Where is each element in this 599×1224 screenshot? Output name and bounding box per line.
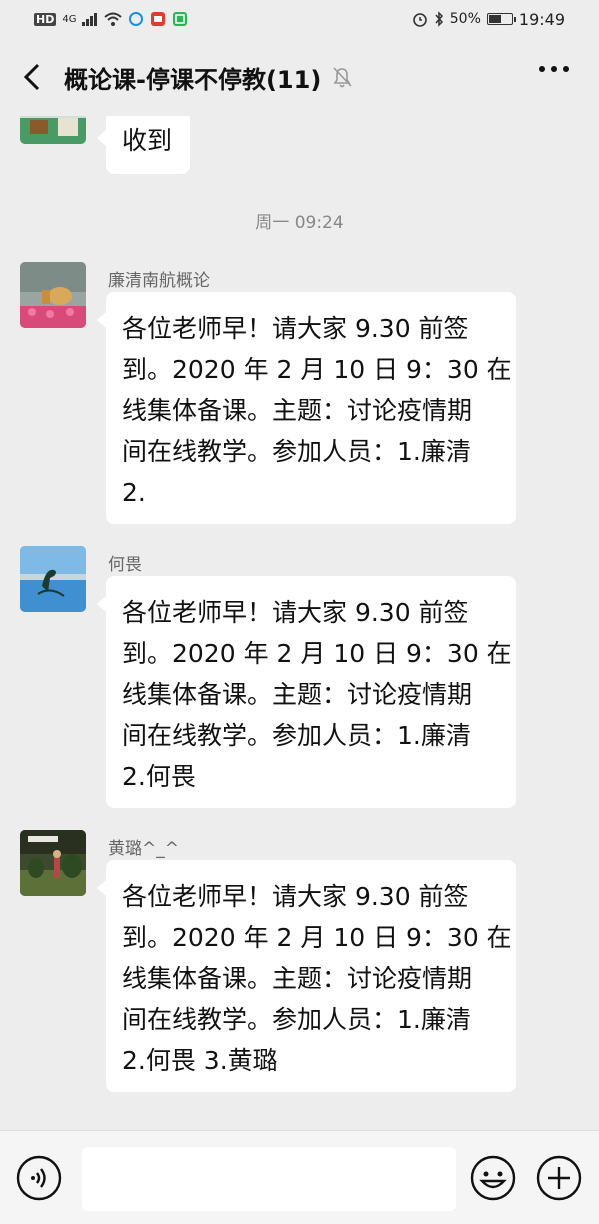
battery-icon [486,13,516,25]
hd-label: HD [34,12,57,26]
chat-title: 概论课-停课不停教(11) [64,65,322,94]
message-line: 2.何畏 3.黄璐 [122,1046,278,1075]
input-bar [0,1130,599,1224]
chat-header: 概论课-停课不停教(11) [0,38,599,116]
message-bubble[interactable]: 收到 [97,116,190,174]
bell-off-icon [331,65,353,89]
voice-icon [16,1155,62,1201]
message-line: 各位老师早！请大家 9.30 前签 [122,882,469,911]
status-bar: HD 4G 50% 19:49 [0,0,599,38]
avatar-partial[interactable] [20,116,86,144]
battery-percent: 50% [449,11,481,27]
more-icon [539,66,545,72]
bluetooth-icon [434,11,444,27]
message-line: 2. [122,478,146,507]
plus-icon [536,1155,582,1201]
message-bubble[interactable]: 各位老师早！请大家 9.30 前签 到。2020 年 2 月 10 日 9：30… [97,292,516,524]
message-line: 间在线教学。参加人员：1.廉清 [122,437,471,466]
voice-button[interactable] [16,1155,62,1205]
timestamp: 周一 09:24 [255,213,344,233]
avatar[interactable] [20,830,86,896]
back-button[interactable] [0,38,64,116]
network-type-label: 4G [62,13,77,25]
app-notification-icon-green [172,11,188,27]
sender-name: 黄璐^_^ [108,839,179,859]
message-line: 间在线教学。参加人员：1.廉清 [122,1005,471,1034]
sender-name: 廉清南航概论 [108,271,210,291]
plus-button[interactable] [536,1155,582,1205]
more-button[interactable] [539,66,569,72]
message-line: 线集体备课。主题：讨论疫情期 [122,396,473,425]
message-line: 到。2020 年 2 月 10 日 9：30 在 [122,355,512,384]
message-text: 收到 [122,126,173,155]
wifi-icon [104,12,123,26]
status-left: HD 4G [34,11,188,27]
chat-area[interactable]: 收到 周一 09:24 廉清南航概论 各位老师早！请大家 9.30 前签 到。2… [0,116,599,1130]
avatar[interactable] [20,546,86,612]
message-line: 间在线教学。参加人员：1.廉清 [122,721,471,750]
sender-name: 何畏 [108,555,142,575]
message-line: 2.何畏 [122,762,196,791]
message-line: 到。2020 年 2 月 10 日 9：30 在 [122,923,512,952]
avatar[interactable] [20,262,86,328]
signal-icon [82,12,98,26]
status-right: 50% 19:49 [412,10,565,29]
clock: 19:49 [518,9,565,29]
message-line: 线集体备课。主题：讨论疫情期 [122,964,473,993]
message-line: 到。2020 年 2 月 10 日 9：30 在 [122,639,512,668]
message-line: 各位老师早！请大家 9.30 前签 [122,314,469,343]
message-bubble[interactable]: 各位老师早！请大家 9.30 前签 到。2020 年 2 月 10 日 9：30… [97,860,516,1092]
message-input[interactable] [82,1147,456,1211]
message-bubble[interactable]: 各位老师早！请大家 9.30 前签 到。2020 年 2 月 10 日 9：30… [97,576,516,808]
chat-notification-icon [128,11,144,27]
app-notification-icon-red [150,11,166,27]
message-line: 线集体备课。主题：讨论疫情期 [122,680,473,709]
emoji-button[interactable] [470,1155,516,1205]
back-arrow-icon [23,63,40,91]
alarm-icon [412,11,428,27]
message-line: 各位老师早！请大家 9.30 前签 [122,598,469,627]
emoji-icon [470,1155,516,1201]
